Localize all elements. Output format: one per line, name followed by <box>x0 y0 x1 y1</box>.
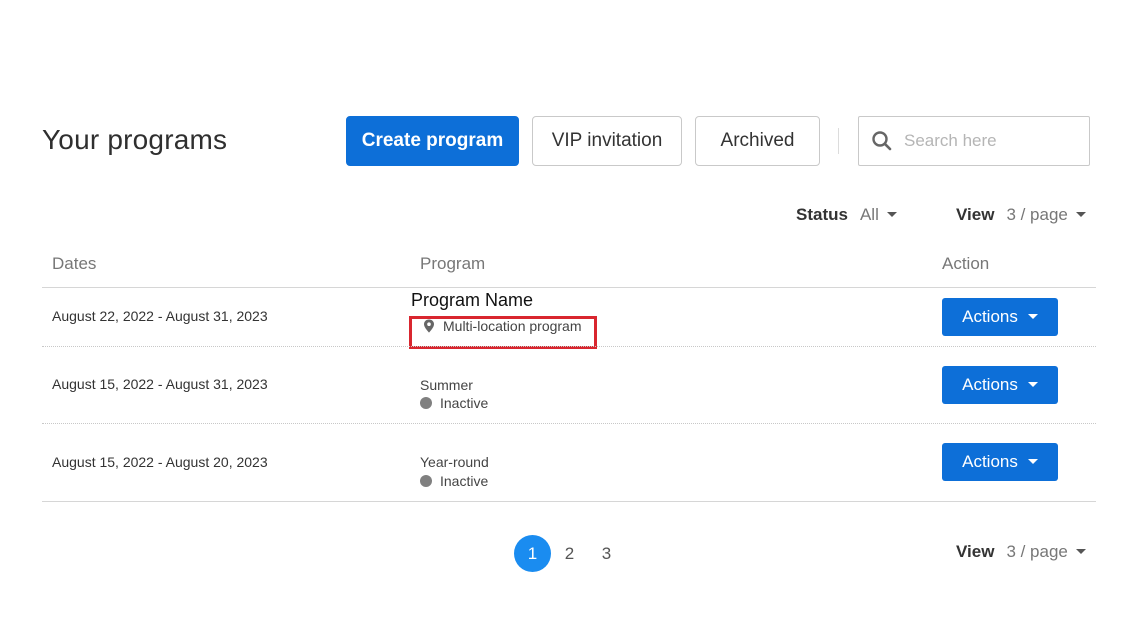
row-divider <box>42 423 1096 424</box>
actions-button-label: Actions <box>962 307 1018 326</box>
row-dates: August 15, 2022 - August 31, 2023 <box>52 376 268 392</box>
status-filter-value: All <box>859 205 879 224</box>
row-dates: August 22, 2022 - August 31, 2023 <box>52 308 268 324</box>
page-button-2[interactable]: 2 <box>551 535 588 572</box>
row-program-name: Year-round <box>420 454 489 470</box>
chevron-down-icon <box>1075 548 1086 554</box>
actions-button-label: Actions <box>962 452 1018 471</box>
page-button-3[interactable]: 3 <box>588 535 625 572</box>
chevron-down-icon <box>1075 211 1086 217</box>
actions-button[interactable]: Actions <box>942 443 1058 481</box>
header-divider <box>838 128 839 154</box>
view-filter-label: View <box>956 542 995 561</box>
table-bottom-divider <box>42 501 1096 502</box>
vip-invitation-button[interactable]: VIP invitation <box>532 116 682 166</box>
page-title: Your programs <box>42 124 228 155</box>
pagination: 1 2 3 <box>514 535 625 572</box>
chevron-down-icon <box>1027 313 1038 319</box>
row-program-status: Inactive <box>420 395 488 411</box>
create-program-button[interactable]: Create program <box>346 116 519 166</box>
view-filter-bottom[interactable]: View 3 / page <box>956 542 1086 562</box>
highlight-annotation <box>409 316 597 349</box>
status-dot-icon <box>420 475 432 487</box>
table-header-divider <box>42 287 1096 288</box>
row-status-label: Inactive <box>440 473 489 489</box>
page-button-1[interactable]: 1 <box>514 535 551 572</box>
chevron-down-icon <box>886 211 897 217</box>
row-dates: August 15, 2022 - August 20, 2023 <box>52 454 268 470</box>
column-header-program: Program <box>420 254 486 273</box>
status-filter[interactable]: Status All <box>796 205 897 225</box>
view-filter-value: 3 / page <box>1006 205 1068 224</box>
view-filter-label: View <box>956 205 995 224</box>
status-dot-icon <box>420 397 432 409</box>
actions-button[interactable]: Actions <box>942 366 1058 404</box>
view-filter-top[interactable]: View 3 / page <box>956 205 1086 225</box>
search-box[interactable] <box>858 116 1090 166</box>
row-status-label: Inactive <box>440 395 489 411</box>
column-header-action: Action <box>942 254 990 273</box>
view-filter-value: 3 / page <box>1006 542 1068 561</box>
row-program-status: Inactive <box>420 473 488 489</box>
row-divider <box>42 346 1096 347</box>
search-icon <box>872 131 892 151</box>
actions-button-label: Actions <box>962 375 1018 394</box>
chevron-down-icon <box>1027 381 1038 387</box>
archived-button[interactable]: Archived <box>695 116 820 166</box>
column-header-dates: Dates <box>52 254 97 273</box>
status-filter-label: Status <box>796 205 848 224</box>
actions-button[interactable]: Actions <box>942 298 1058 336</box>
chevron-down-icon <box>1027 458 1038 464</box>
search-input[interactable] <box>904 131 1084 151</box>
row-program-name: Summer <box>420 377 473 393</box>
row-program-name: Program Name <box>411 290 534 310</box>
